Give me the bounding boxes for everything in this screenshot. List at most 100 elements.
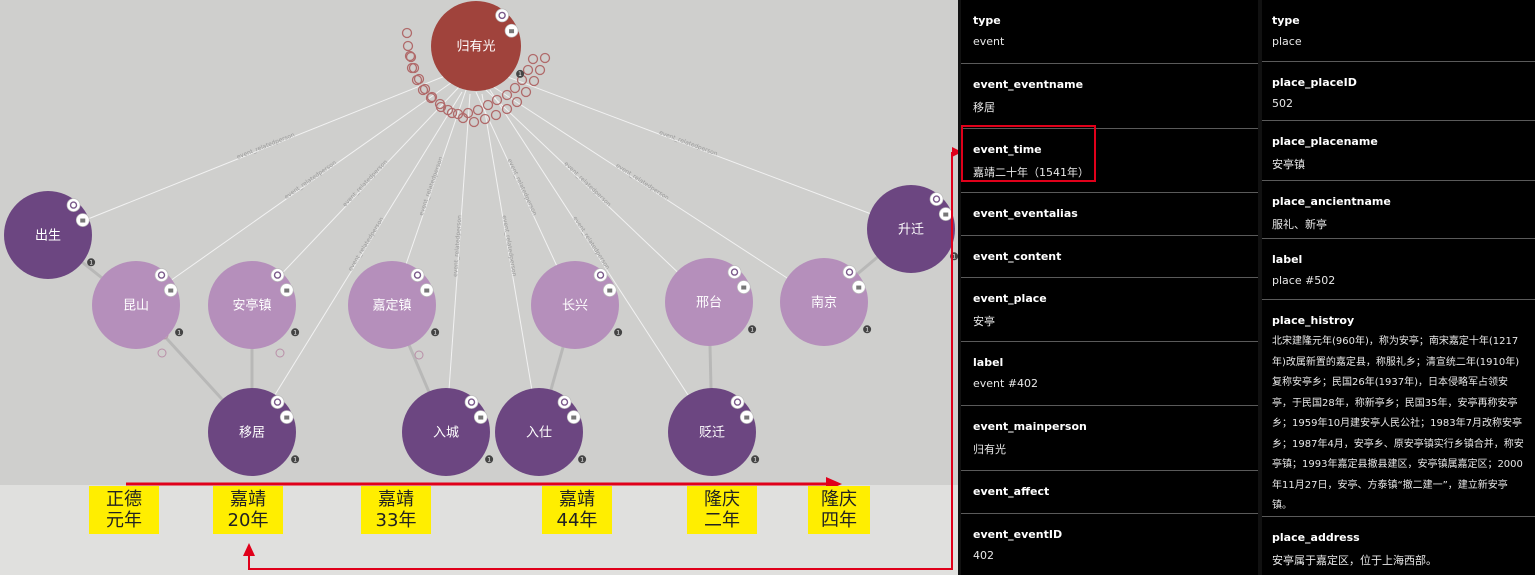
lock-icon-body	[607, 288, 613, 293]
lock-icon-body	[168, 288, 174, 293]
related-node-ring[interactable]	[509, 82, 521, 94]
edge-label: event_relatedperson	[658, 129, 719, 157]
field-type: type place	[1262, 0, 1535, 62]
related-node-ring[interactable]	[275, 348, 285, 358]
field-value[interactable]: 归有光	[973, 441, 1006, 457]
field-key: event_mainperson	[973, 420, 1087, 433]
lock-icon-body	[856, 285, 862, 290]
target-icon[interactable]	[464, 395, 479, 409]
related-node-ring[interactable]	[528, 75, 540, 87]
place-node-label: 南京	[811, 295, 837, 311]
target-icon[interactable]	[842, 265, 857, 279]
related-node-ring[interactable]	[527, 53, 539, 65]
field-key: event_eventname	[973, 78, 1084, 91]
target-icon[interactable]	[154, 268, 169, 282]
field-event-content: event_content	[961, 236, 1258, 278]
edge-label: event_relatedperson	[501, 215, 518, 277]
edge-label: event_relatedperson	[452, 215, 463, 277]
field-value[interactable]: 北宋建隆元年(960年)，称为安亭；南宋嘉定十年(1217年)改属新置的嘉定县，…	[1272, 332, 1527, 517]
field-value[interactable]: 移居	[973, 99, 995, 115]
related-node-ring[interactable]	[501, 89, 513, 101]
event-node-label: 升迁	[898, 223, 924, 238]
nodes-layer: 昆山 1 安亭镇 1 嘉定镇 1 长兴 1 邢台 1 南京 1 出生 1 移居 1 入城 1 入仕 1 贬迁 1 升迁 1 归有…	[4, 1, 958, 476]
field-value[interactable]: 安亭	[973, 313, 995, 329]
target-icon[interactable]	[270, 395, 285, 409]
field-value[interactable]: 安亭镇	[1272, 156, 1305, 172]
lock-icon-body	[571, 415, 577, 420]
target-icon[interactable]	[410, 268, 425, 282]
related-node-ring[interactable]	[539, 52, 551, 64]
lock-icon-body	[741, 285, 747, 290]
count-badge-text: 1	[293, 329, 297, 336]
place-node-label: 安亭镇	[232, 298, 271, 314]
related-node-ring[interactable]	[402, 40, 414, 52]
related-node-ring[interactable]	[468, 116, 480, 128]
field-label: label place #502	[1262, 239, 1535, 300]
field-key: label	[973, 356, 1004, 369]
related-node-ring[interactable]	[534, 64, 546, 76]
link-arrowhead-icon	[243, 543, 255, 556]
event-properties-panel: type event event_eventname 移居 event_time…	[961, 0, 1258, 575]
field-value[interactable]: event #402	[973, 377, 1038, 390]
edge-label: event_relatedperson	[283, 159, 338, 200]
target-icon[interactable]	[557, 395, 572, 409]
lock-icon-body	[424, 288, 430, 293]
target-icon[interactable]	[593, 268, 608, 282]
field-key: place_ancientname	[1272, 195, 1391, 208]
field-key: event_eventID	[973, 528, 1063, 541]
field-key: type	[1272, 14, 1300, 27]
place-node-label: 昆山	[123, 299, 149, 314]
related-node-ring[interactable]	[472, 104, 484, 116]
field-value[interactable]: 402	[973, 549, 994, 562]
field-key: event_content	[973, 250, 1062, 263]
count-badge-text: 1	[580, 456, 584, 463]
related-node-ring[interactable]	[414, 350, 424, 360]
field-place-ancientname: place_ancientname 服礼、新亭	[1262, 181, 1535, 239]
graph-canvas[interactable]: event_relatedperson event_relatedperson ev…	[0, 0, 958, 575]
place-properties-panel: type place place_placeID 502 place_place…	[1262, 0, 1535, 575]
field-value[interactable]: place	[1272, 35, 1302, 48]
count-badge-text: 1	[293, 456, 297, 463]
field-place-placeid: place_placeID 502	[1262, 62, 1535, 121]
event-node-label: 入仕	[526, 426, 552, 441]
field-value[interactable]: 服礼、新亭	[1272, 216, 1327, 232]
target-icon[interactable]	[270, 268, 285, 282]
edge-label: event_relatedperson	[236, 131, 296, 161]
target-icon[interactable]	[495, 8, 509, 23]
related-node-ring[interactable]	[490, 109, 502, 121]
related-node-ring[interactable]	[522, 64, 534, 76]
place-node-label: 邢台	[696, 296, 722, 311]
field-value[interactable]: 502	[1272, 97, 1293, 110]
count-badge-text: 1	[177, 329, 181, 336]
lock-icon-body	[509, 29, 515, 34]
field-value[interactable]: 安亭属于嘉定区，位于上海西部。	[1272, 552, 1437, 568]
field-place-address: place_address 安亭属于嘉定区，位于上海西部。	[1262, 517, 1535, 575]
timeline-label: 嘉靖 33年	[361, 486, 431, 534]
edge-label: event_relatedperson	[341, 159, 389, 209]
field-key: type	[973, 14, 1001, 27]
target-icon[interactable]	[727, 265, 742, 279]
edges-layer: event_relatedperson event_relatedperson ev…	[47, 75, 912, 434]
place-node-label: 长兴	[562, 299, 588, 314]
lock-icon-body	[80, 218, 86, 223]
related-node-ring[interactable]	[401, 27, 413, 39]
target-icon[interactable]	[66, 198, 81, 212]
link-arrow-right-icon	[952, 147, 958, 157]
related-node-ring[interactable]	[501, 103, 513, 115]
field-key: event_eventalias	[973, 207, 1078, 220]
related-node-ring[interactable]	[482, 99, 494, 111]
field-label: label event #402	[961, 342, 1258, 406]
field-value[interactable]: event	[973, 35, 1004, 48]
count-badge-text: 1	[750, 326, 754, 333]
edge-label: event_relatedperson	[614, 162, 670, 202]
field-place-placename: place_placename 安亭镇	[1262, 121, 1535, 181]
person-node-label: 归有光	[456, 40, 495, 55]
edge-label: event_relatedperson	[506, 158, 539, 217]
related-node-ring[interactable]	[157, 348, 167, 358]
related-node-ring[interactable]	[520, 86, 532, 98]
target-icon[interactable]	[929, 192, 944, 206]
count-badge-text: 1	[518, 71, 522, 78]
event-time-highlight	[961, 125, 1096, 182]
field-value[interactable]: place #502	[1272, 274, 1335, 287]
target-icon[interactable]	[730, 395, 745, 409]
